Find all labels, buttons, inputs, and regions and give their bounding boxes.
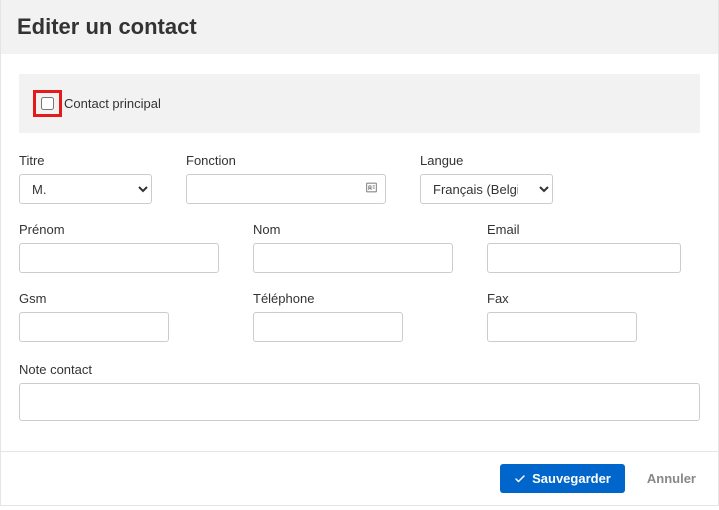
dialog-title: Editer un contact	[17, 14, 702, 40]
label-titre: Titre	[19, 153, 152, 168]
input-prenom[interactable]	[19, 243, 219, 273]
label-prenom: Prénom	[19, 222, 219, 237]
principal-contact-checkbox[interactable]	[41, 97, 54, 110]
input-gsm[interactable]	[19, 312, 169, 342]
select-langue[interactable]: Français (Belgique)	[420, 174, 553, 204]
dialog-header: Editer un contact	[1, 0, 718, 54]
field-note: Note contact	[19, 362, 700, 421]
label-gsm: Gsm	[19, 291, 169, 306]
input-email[interactable]	[487, 243, 681, 273]
field-telephone: Téléphone	[253, 291, 403, 342]
label-email: Email	[487, 222, 681, 237]
highlight-frame	[33, 90, 62, 117]
dialog-footer: Sauvegarder Annuler	[1, 451, 718, 505]
field-langue: Langue Français (Belgique)	[420, 153, 553, 204]
edit-contact-dialog: Editer un contact Contact principal Titr…	[0, 0, 719, 506]
field-fonction: Fonction	[186, 153, 386, 204]
label-fax: Fax	[487, 291, 637, 306]
cancel-button-label: Annuler	[647, 471, 696, 486]
field-email: Email	[487, 222, 681, 273]
field-nom: Nom	[253, 222, 453, 273]
field-prenom: Prénom	[19, 222, 219, 273]
label-telephone: Téléphone	[253, 291, 403, 306]
principal-contact-box: Contact principal	[19, 74, 700, 133]
input-fonction[interactable]	[186, 174, 386, 204]
label-langue: Langue	[420, 153, 553, 168]
field-fax: Fax	[487, 291, 637, 342]
cancel-button[interactable]: Annuler	[643, 464, 700, 493]
label-nom: Nom	[253, 222, 453, 237]
field-titre: Titre M.	[19, 153, 152, 204]
label-note: Note contact	[19, 362, 700, 377]
principal-contact-label: Contact principal	[64, 96, 161, 111]
check-icon	[514, 473, 526, 485]
dialog-body: Contact principal Titre M. Fonction La	[1, 54, 718, 451]
input-fax[interactable]	[487, 312, 637, 342]
textarea-note[interactable]	[19, 383, 700, 421]
save-button[interactable]: Sauvegarder	[500, 464, 625, 493]
input-nom[interactable]	[253, 243, 453, 273]
field-gsm: Gsm	[19, 291, 169, 342]
input-telephone[interactable]	[253, 312, 403, 342]
save-button-label: Sauvegarder	[532, 471, 611, 486]
select-titre[interactable]: M.	[19, 174, 152, 204]
label-fonction: Fonction	[186, 153, 386, 168]
